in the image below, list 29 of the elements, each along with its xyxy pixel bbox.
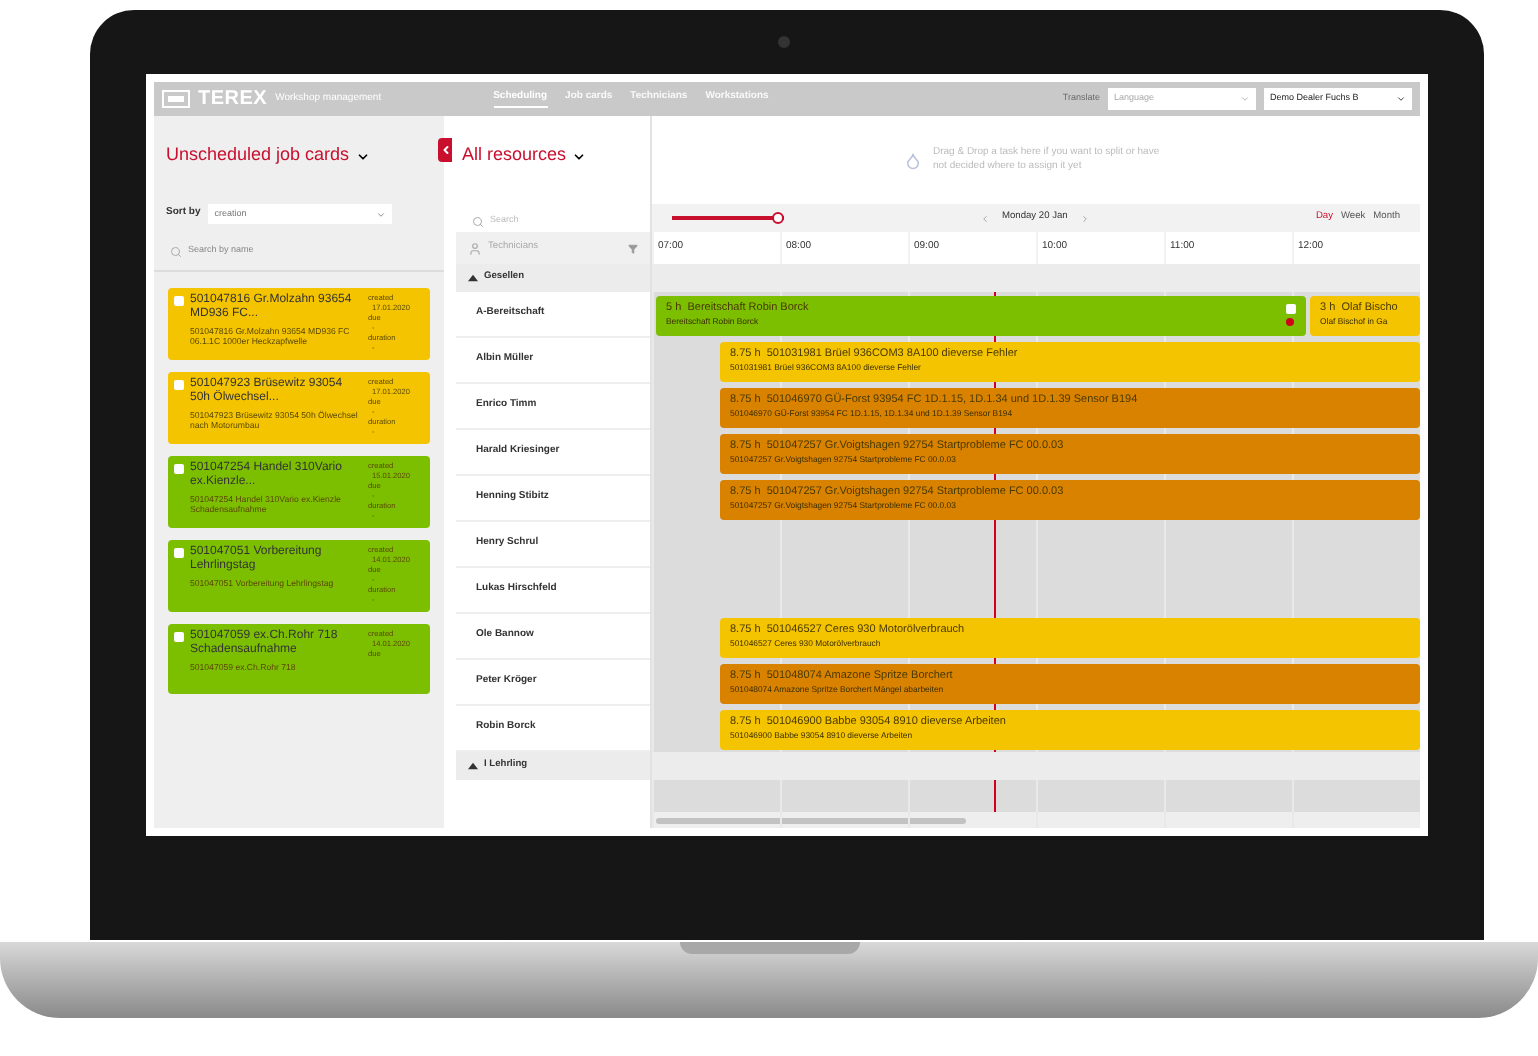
next-icon[interactable]: [1079, 213, 1090, 223]
card-checkbox[interactable]: [174, 464, 184, 474]
zoom-slider[interactable]: [672, 212, 784, 224]
search-icon: [170, 245, 182, 257]
previous-icon[interactable]: [980, 213, 990, 223]
scrollbar[interactable]: [656, 817, 966, 823]
chevron-down-icon[interactable]: [355, 149, 370, 163]
chevron-down-icon: [1396, 94, 1406, 104]
chevron-left-icon: [439, 144, 451, 156]
card-checkbox[interactable]: [174, 548, 184, 558]
search-icon: [472, 216, 484, 228]
card-checkbox[interactable]: [174, 380, 184, 390]
task-checkbox[interactable]: [1285, 304, 1295, 314]
chevron-down-icon: [376, 209, 387, 219]
panel-title: All resources: [462, 142, 567, 169]
logo-icon: [162, 90, 190, 108]
chevron-down-icon[interactable]: [572, 149, 587, 163]
slider-thumb[interactable]: [772, 212, 784, 224]
person-icon: [468, 241, 482, 255]
chevron-down-icon: [1240, 94, 1250, 104]
panel-title: Unscheduled job cards: [166, 142, 350, 169]
caret-icon[interactable]: [468, 762, 478, 770]
collapse-button[interactable]: [438, 138, 452, 162]
filter-icon[interactable]: [628, 243, 638, 253]
webcam-icon: [778, 36, 790, 48]
card-checkbox[interactable]: [174, 632, 184, 642]
card-checkbox[interactable]: [174, 296, 184, 306]
caret-icon[interactable]: [468, 274, 478, 282]
droplet-icon: [903, 151, 921, 169]
